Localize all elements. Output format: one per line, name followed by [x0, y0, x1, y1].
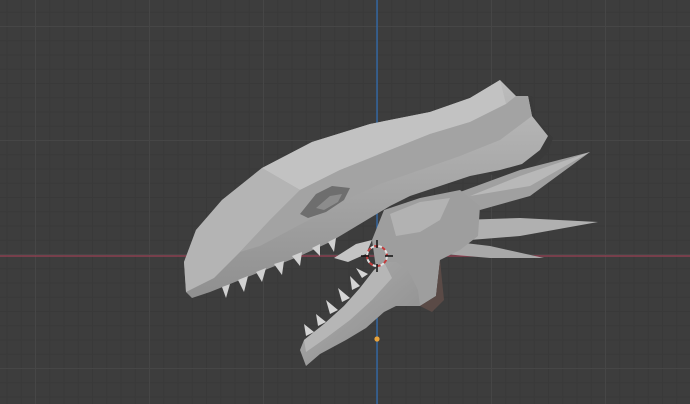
object-origin-dot — [374, 336, 380, 342]
hinge-tusk — [334, 240, 372, 262]
horn-middle — [460, 218, 598, 240]
dragon-skull-mesh[interactable] — [184, 80, 598, 366]
viewport-scene — [0, 0, 690, 404]
lower-jaw — [300, 262, 420, 366]
3d-viewport[interactable] — [0, 0, 690, 404]
